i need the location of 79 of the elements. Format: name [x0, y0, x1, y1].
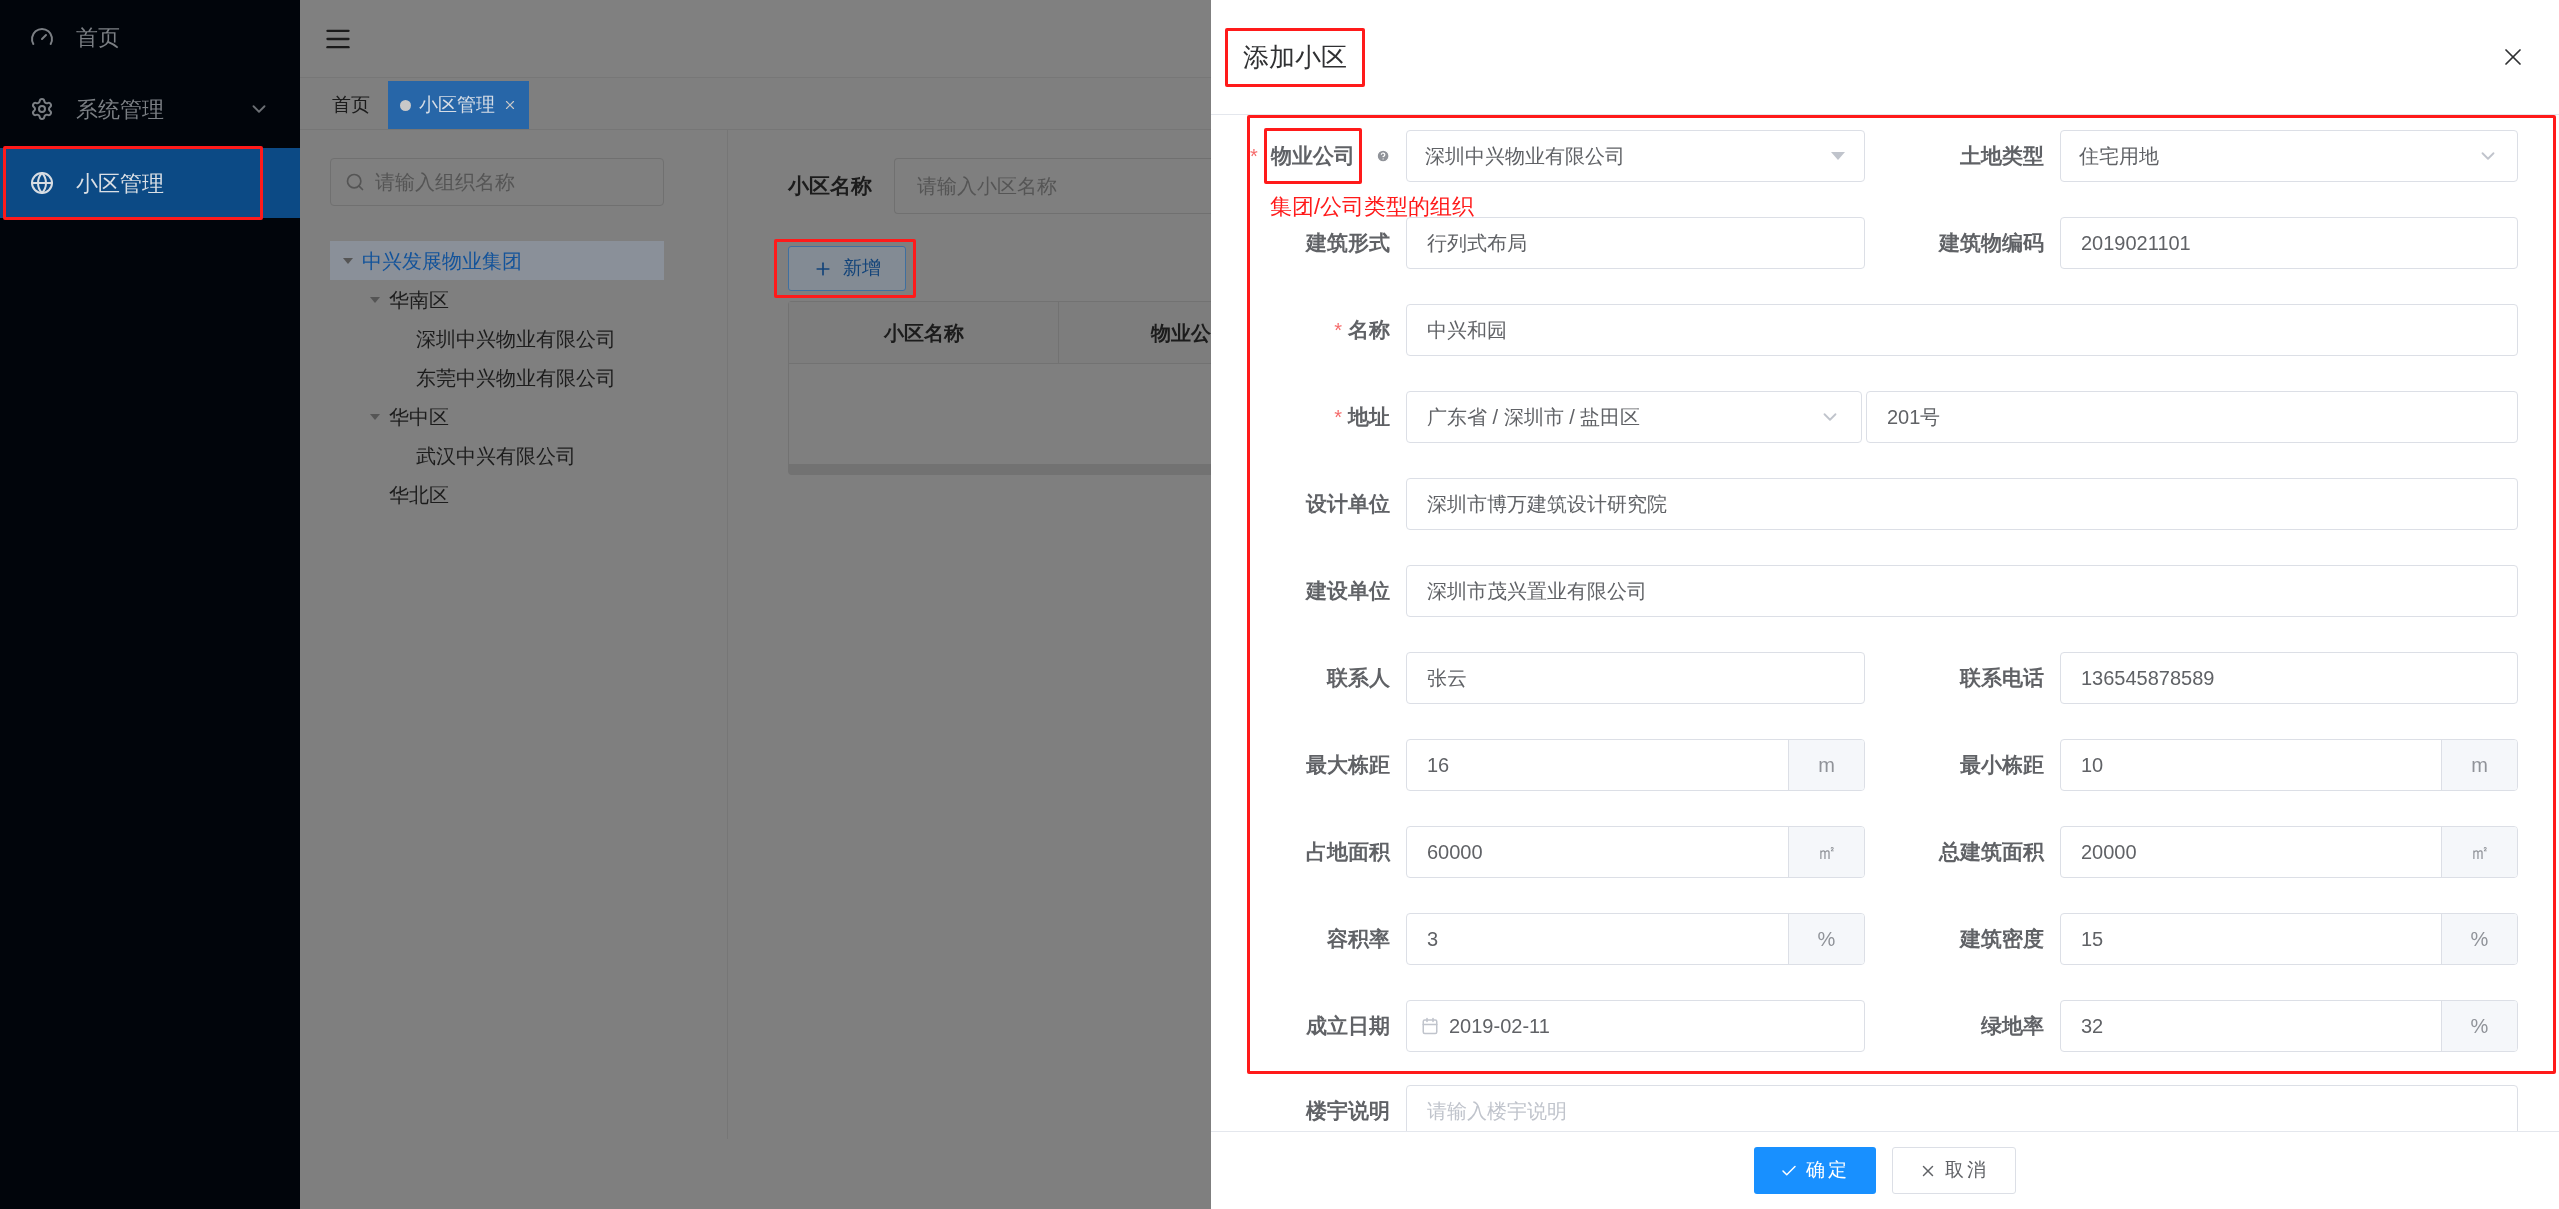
text-field[interactable]: 201号 — [1866, 391, 2518, 443]
tree-label: 华北区 — [389, 482, 449, 508]
tree-label: 东莞中兴物业有限公司 — [416, 365, 616, 391]
required-mark: * — [1334, 405, 1342, 430]
field-label: 联系电话 — [1960, 665, 2044, 692]
field-label: 地址 — [1348, 404, 1390, 431]
cancel-button[interactable]: 取消 — [1892, 1147, 2016, 1194]
tree-row[interactable]: 深圳中兴物业有限公司 — [330, 319, 664, 358]
field-label: 建筑密度 — [1960, 926, 2044, 953]
tree-row[interactable]: 华北区 — [330, 475, 664, 514]
field-label: 名称 — [1348, 317, 1390, 344]
number-field[interactable]: 10 m — [2060, 739, 2518, 791]
number-field[interactable]: 32 % — [2060, 1000, 2518, 1052]
field-label: 总建筑面积 — [1939, 839, 2044, 866]
field-label: 容积率 — [1327, 926, 1390, 953]
field-label: 建设单位 — [1306, 578, 1390, 605]
globe-icon — [30, 171, 54, 195]
column-header: 小区名称 — [789, 302, 1059, 363]
field-label: 设计单位 — [1306, 491, 1390, 518]
number-field[interactable]: 3 % — [1406, 913, 1865, 965]
text-field[interactable]: 行列式布局 — [1406, 217, 1865, 269]
text-field[interactable]: 136545878589 — [2060, 652, 2518, 704]
filter-label: 小区名称 — [788, 173, 872, 200]
tree-row[interactable]: 华中区 — [330, 397, 664, 436]
number-field[interactable]: 60000 ㎡ — [1406, 826, 1865, 878]
tree-label: 华中区 — [389, 404, 449, 430]
scrollbar[interactable] — [789, 464, 1211, 474]
field-label: 建筑物编码 — [1939, 230, 2044, 257]
required-mark: * — [1250, 144, 1258, 169]
caret-icon — [1830, 151, 1846, 161]
search-icon — [345, 172, 365, 192]
field-label: 联系人 — [1327, 665, 1390, 692]
field-label: 建筑形式 — [1306, 230, 1390, 257]
help-icon[interactable] — [1375, 147, 1390, 165]
tree-label: 武汉中兴有限公司 — [416, 443, 576, 469]
field-label: 最小栋距 — [1960, 752, 2044, 779]
sidebar-item[interactable]: 小区管理 — [0, 148, 300, 218]
unit-label: ㎡ — [2441, 827, 2517, 877]
number-field[interactable]: 15 % — [2060, 913, 2518, 965]
required-mark: * — [1334, 318, 1342, 343]
text-field[interactable]: 深圳市茂兴置业有限公司 — [1406, 565, 2518, 617]
tree-label: 深圳中兴物业有限公司 — [416, 326, 616, 352]
tree-row[interactable]: 东莞中兴物业有限公司 — [330, 358, 664, 397]
unit-label: m — [2441, 740, 2517, 790]
unit-label: m — [1788, 740, 1864, 790]
drawer-title: 添加小区 — [1243, 41, 1347, 72]
field-label: 物业公司 — [1270, 144, 1355, 168]
sidebar-item[interactable]: 系统管理 — [0, 74, 300, 144]
unit-label: % — [1788, 914, 1864, 964]
text-field[interactable]: 深圳市博万建筑设计研究院 — [1406, 478, 2518, 530]
tree-row[interactable]: 武汉中兴有限公司 — [330, 436, 664, 475]
field-label: 土地类型 — [1960, 143, 2044, 170]
text-field[interactable]: 张云 — [1406, 652, 1865, 704]
field-label: 绿地率 — [1981, 1013, 2044, 1040]
tree-label: 华南区 — [389, 287, 449, 313]
unit-label: % — [2441, 914, 2517, 964]
gear-icon — [30, 97, 54, 121]
text-field[interactable]: 2019021101 — [2060, 217, 2518, 269]
field-label: 楼宇说明 — [1306, 1098, 1390, 1125]
text-field[interactable]: 中兴和园 — [1406, 304, 2518, 356]
column-header: 物业公 — [1149, 320, 1211, 346]
confirm-button[interactable]: 确定 — [1754, 1147, 1876, 1194]
tree-label: 中兴发展物业集团 — [362, 248, 522, 274]
calendar-icon — [1421, 1017, 1439, 1035]
tab[interactable]: 首页 — [320, 81, 382, 129]
select-field[interactable]: 住宅用地 — [2060, 130, 2518, 182]
number-field[interactable]: 16 m — [1406, 739, 1865, 791]
field-label: 成立日期 — [1306, 1013, 1390, 1040]
sidebar-item[interactable]: 首页 — [0, 2, 300, 72]
unit-label: ㎡ — [1788, 827, 1864, 877]
tab[interactable]: 小区管理 — [388, 81, 529, 129]
date-field[interactable]: 2019-02-11 — [1406, 1000, 1865, 1052]
region-select[interactable]: 广东省 / 深圳市 / 盐田区 — [1406, 391, 1862, 443]
select-field[interactable]: 深圳中兴物业有限公司 — [1406, 130, 1865, 182]
number-field[interactable]: 20000 ㎡ — [2060, 826, 2518, 878]
tree-row[interactable]: 华南区 — [330, 280, 664, 319]
field-label: 占地面积 — [1306, 839, 1390, 866]
field-label: 最大栋距 — [1306, 752, 1390, 779]
unit-label: % — [2441, 1001, 2517, 1051]
